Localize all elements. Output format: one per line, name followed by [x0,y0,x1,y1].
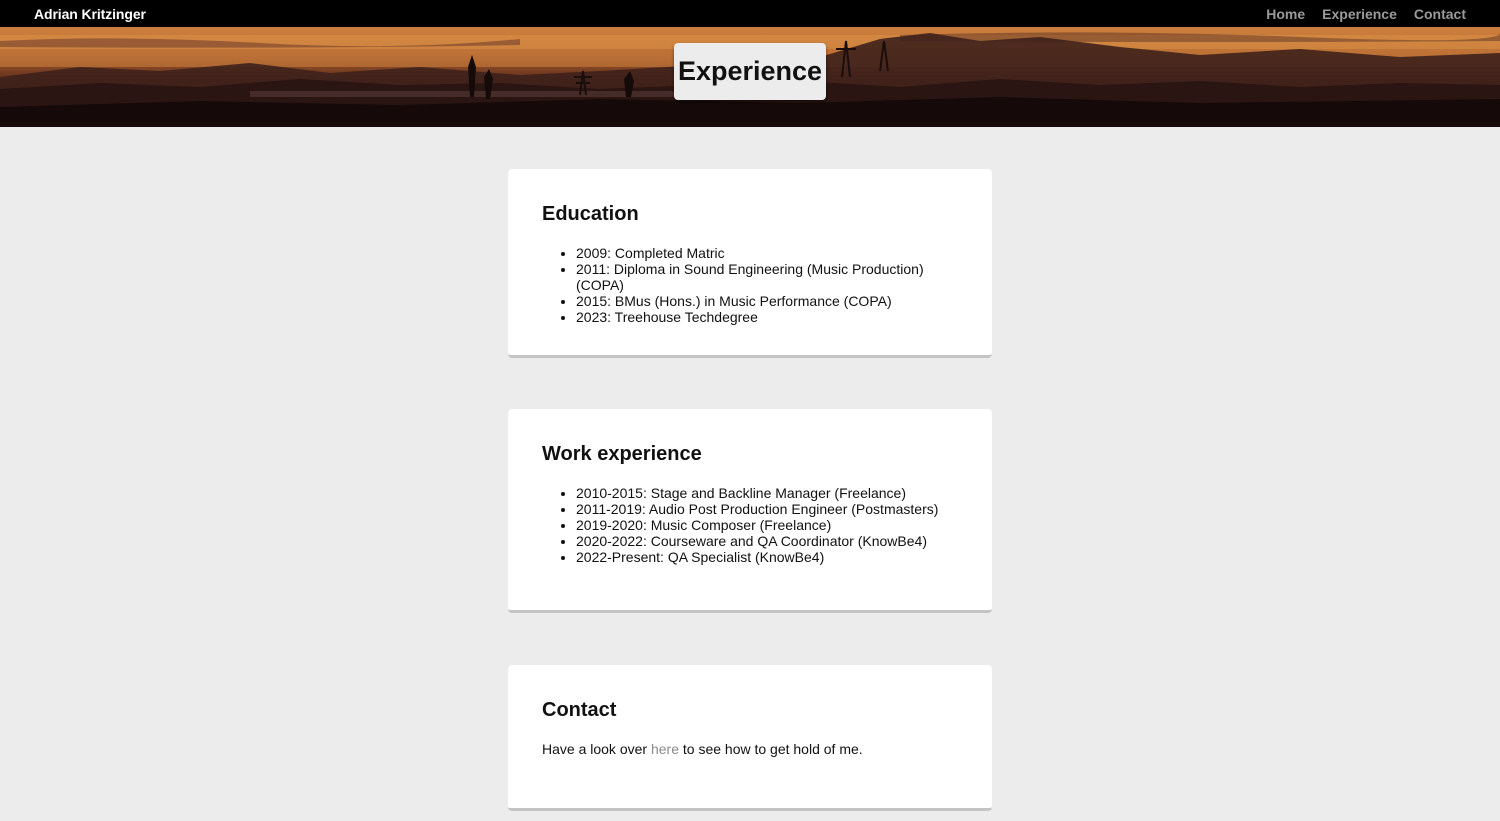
list-item: 2011-2019: Audio Post Production Enginee… [576,501,958,517]
main-nav: Home Experience Contact [1266,6,1466,22]
hero-banner: Experience [0,27,1500,127]
list-item: 2009: Completed Matric [576,245,958,261]
nav-link-experience[interactable]: Experience [1322,6,1397,22]
work-experience-list: 2010-2015: Stage and Backline Manager (F… [542,485,958,565]
list-item: 2019-2020: Music Composer (Freelance) [576,517,958,533]
education-list: 2009: Completed Matric 2011: Diploma in … [542,245,958,325]
education-heading: Education [542,203,639,225]
contact-text: Have a look over here to see how to get … [542,741,958,757]
top-nav-bar: Adrian Kritzinger Home Experience Contac… [0,0,1500,27]
list-item: 2023: Treehouse Techdegree [576,309,958,325]
work-experience-heading: Work experience [542,443,702,465]
list-item: 2020-2022: Courseware and QA Coordinator… [576,533,958,549]
page-title: Experience [674,43,826,100]
site-brand-link[interactable]: Adrian Kritzinger [34,6,146,22]
contact-text-before: Have a look over [542,741,651,757]
list-item: 2010-2015: Stage and Backline Manager (F… [576,485,958,501]
education-card: Education 2009: Completed Matric 2011: D… [508,169,992,358]
list-item: 2015: BMus (Hons.) in Music Performance … [576,293,958,309]
contact-text-after: to see how to get hold of me. [678,741,863,757]
nav-link-contact[interactable]: Contact [1414,6,1466,22]
list-item: 2011: Diploma in Sound Engineering (Musi… [576,261,958,293]
list-item: 2022-Present: QA Specialist (KnowBe4) [576,549,958,565]
nav-link-home[interactable]: Home [1266,6,1305,22]
contact-heading: Contact [542,699,617,721]
contact-card: Contact Have a look over here to see how… [508,665,992,811]
contact-here-link[interactable]: here [651,741,679,757]
work-experience-card: Work experience 2010-2015: Stage and Bac… [508,409,992,613]
